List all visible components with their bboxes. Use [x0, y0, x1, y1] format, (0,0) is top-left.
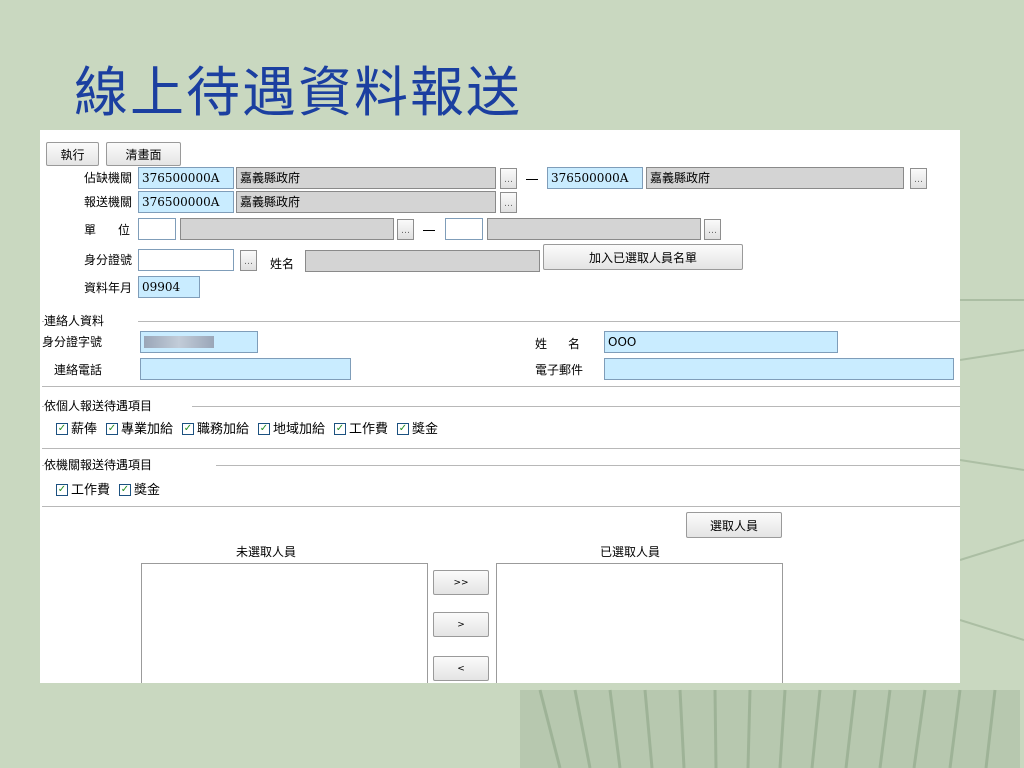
unit-name-field — [180, 218, 394, 240]
org-item-label: 工作費 — [71, 483, 111, 498]
personal-item-label: 獎金 — [412, 422, 439, 437]
personal-item-checkbox[interactable]: ✓ — [258, 423, 270, 435]
add-to-selected-button[interactable]: 加入已選取人員名單 — [543, 244, 743, 270]
data-month-field[interactable]: 09904 — [138, 276, 200, 298]
contact-name-label-part2: 名 — [568, 337, 581, 351]
unselected-list-label: 未選取人員 — [236, 545, 297, 559]
id-lookup-button[interactable]: … — [240, 250, 257, 271]
personal-fieldset-border-bottom — [42, 448, 960, 449]
personal-fieldset-border-top — [192, 406, 960, 407]
report-org-code-field[interactable]: 376500000A — [138, 191, 234, 213]
vacancy-org-code-field[interactable]: 376500000A — [138, 167, 234, 189]
contact-email-field[interactable] — [604, 358, 954, 380]
selected-list-label: 已選取人員 — [600, 545, 661, 559]
personal-item-checkbox[interactable]: ✓ — [334, 423, 346, 435]
contact-fieldset-border-bottom — [42, 386, 960, 387]
contact-id-label: 身分證字號 — [42, 335, 103, 349]
vacancy-org-name-to-field: 嘉義縣政府 — [646, 167, 904, 189]
masked-id-value — [144, 336, 214, 348]
report-form-panel: 執行 清畫面 佔缺機關 376500000A 嘉義縣政府 … 376500000… — [40, 130, 960, 683]
move-right-button[interactable]: > — [433, 612, 489, 637]
vacancy-org-label: 佔缺機關 — [84, 171, 133, 185]
contact-name-field[interactable]: OOO — [604, 331, 838, 353]
unit-label-part2: 位 — [118, 223, 131, 237]
vacancy-org-lookup-button[interactable]: … — [500, 168, 517, 189]
personal-item-checkbox[interactable]: ✓ — [56, 423, 68, 435]
personal-items-legend: 依個人報送待遇項目 — [44, 399, 153, 413]
unit-lookup-button[interactable]: … — [397, 219, 414, 240]
id-number-field[interactable] — [138, 249, 234, 271]
report-org-lookup-button[interactable]: … — [500, 192, 517, 213]
select-personnel-button[interactable]: 選取人員 — [686, 512, 782, 538]
name-label: 姓名 — [270, 257, 295, 271]
range-dash — [526, 179, 538, 180]
execute-button[interactable]: 執行 — [46, 142, 99, 166]
vacancy-org-code-to-field[interactable]: 376500000A — [547, 167, 643, 189]
selected-personnel-list[interactable] — [496, 563, 783, 683]
vacancy-org-name-field: 嘉義縣政府 — [236, 167, 496, 189]
report-org-label: 報送機關 — [84, 195, 133, 209]
unit-name-to-field — [487, 218, 701, 240]
org-fieldset-border-top — [216, 465, 960, 466]
slide-title: 線上待遇資料報送 — [74, 61, 522, 124]
unit-code-to-field[interactable] — [445, 218, 483, 240]
personal-item-label: 專業加給 — [121, 422, 174, 437]
unit-range-dash — [423, 230, 435, 231]
contact-fieldset-border-top — [138, 321, 960, 322]
personal-item-label: 職務加給 — [197, 422, 250, 437]
contact-email-label: 電子郵件 — [535, 363, 584, 377]
move-all-right-button[interactable]: >> — [433, 570, 489, 595]
personal-item-label: 工作費 — [349, 422, 389, 437]
org-item-checkbox[interactable]: ✓ — [119, 484, 131, 496]
unit-to-lookup-button[interactable]: … — [704, 219, 721, 240]
contact-phone-field[interactable] — [140, 358, 351, 380]
name-display-field — [305, 250, 540, 272]
personal-item-checkbox[interactable]: ✓ — [397, 423, 409, 435]
contact-id-field[interactable] — [140, 331, 258, 353]
unselected-personnel-list[interactable] — [141, 563, 428, 683]
contact-legend: 連絡人資料 — [44, 314, 105, 328]
personal-item-label: 地域加給 — [273, 422, 326, 437]
contact-phone-label: 連絡電話 — [54, 363, 103, 377]
clear-screen-button[interactable]: 清畫面 — [106, 142, 181, 166]
personal-item-checkbox[interactable]: ✓ — [106, 423, 118, 435]
vacancy-org-to-lookup-button[interactable]: … — [910, 168, 927, 189]
personal-item-checkbox[interactable]: ✓ — [182, 423, 194, 435]
org-fieldset-border-bottom — [42, 506, 960, 507]
unit-label-part1: 單 — [84, 223, 97, 237]
org-item-checkbox[interactable]: ✓ — [56, 484, 68, 496]
id-number-label: 身分證號 — [84, 253, 133, 267]
personal-item-label: 薪俸 — [71, 422, 98, 437]
org-item-label: 獎金 — [134, 483, 161, 498]
contact-name-label-part1: 姓 — [535, 337, 548, 351]
report-org-name-field: 嘉義縣政府 — [236, 191, 496, 213]
data-month-label: 資料年月 — [84, 281, 133, 295]
org-items-legend: 依機關報送待遇項目 — [44, 458, 153, 472]
move-left-button[interactable]: < — [433, 656, 489, 681]
unit-code-field[interactable] — [138, 218, 176, 240]
